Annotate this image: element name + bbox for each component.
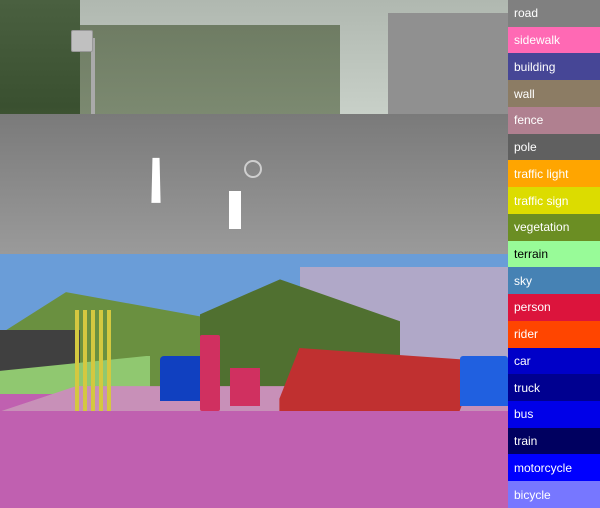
- legend-label-traffic-sign: traffic sign: [514, 194, 568, 208]
- legend-item-terrain: terrain: [508, 241, 600, 268]
- segmentation-map: [0, 254, 508, 508]
- legend-label-rider: rider: [514, 327, 538, 341]
- main-container: road sidewalk building wall fence pole traffic…: [0, 0, 600, 508]
- legend-item-sky: sky: [508, 267, 600, 294]
- legend-item-motorcycle: motorcycle: [508, 454, 600, 481]
- top-photo: [0, 0, 508, 254]
- legend-item-bus: bus: [508, 401, 600, 428]
- legend-item-car: car: [508, 348, 600, 375]
- legend-item-rider: rider: [508, 321, 600, 348]
- legend-label-sky: sky: [514, 274, 532, 288]
- legend-label-terrain: terrain: [514, 247, 548, 261]
- legend-label-person: person: [514, 300, 551, 314]
- legend-label-truck: truck: [514, 381, 540, 395]
- image-panel: [0, 0, 508, 508]
- legend-item-traffic-sign: traffic sign: [508, 187, 600, 214]
- legend-label-bicycle: bicycle: [514, 488, 551, 502]
- legend-item-road: road: [508, 0, 600, 27]
- legend-item-pole: pole: [508, 134, 600, 161]
- legend-panel: road sidewalk building wall fence pole traffic…: [508, 0, 600, 508]
- legend-label-pole: pole: [514, 140, 537, 154]
- legend-item-vegetation: vegetation: [508, 214, 600, 241]
- legend-item-train: train: [508, 428, 600, 455]
- legend-item-fence: fence: [508, 107, 600, 134]
- legend-label-motorcycle: motorcycle: [514, 461, 572, 475]
- legend-label-sidewalk: sidewalk: [514, 33, 560, 47]
- legend-label-train: train: [514, 434, 537, 448]
- legend-item-person: person: [508, 294, 600, 321]
- legend-label-wall: wall: [514, 87, 535, 101]
- legend-label-bus: bus: [514, 407, 533, 421]
- legend-item-traffic-light: traffic light: [508, 160, 600, 187]
- legend-item-building: building: [508, 53, 600, 80]
- legend-item-truck: truck: [508, 374, 600, 401]
- legend-label-road: road: [514, 6, 538, 20]
- legend-item-bicycle: bicycle: [508, 481, 600, 508]
- legend-label-building: building: [514, 60, 555, 74]
- legend-label-car: car: [514, 354, 531, 368]
- legend-item-wall: wall: [508, 80, 600, 107]
- legend-label-fence: fence: [514, 113, 543, 127]
- legend-item-sidewalk: sidewalk: [508, 27, 600, 54]
- legend-label-vegetation: vegetation: [514, 220, 569, 234]
- legend-label-traffic-light: traffic light: [514, 167, 568, 181]
